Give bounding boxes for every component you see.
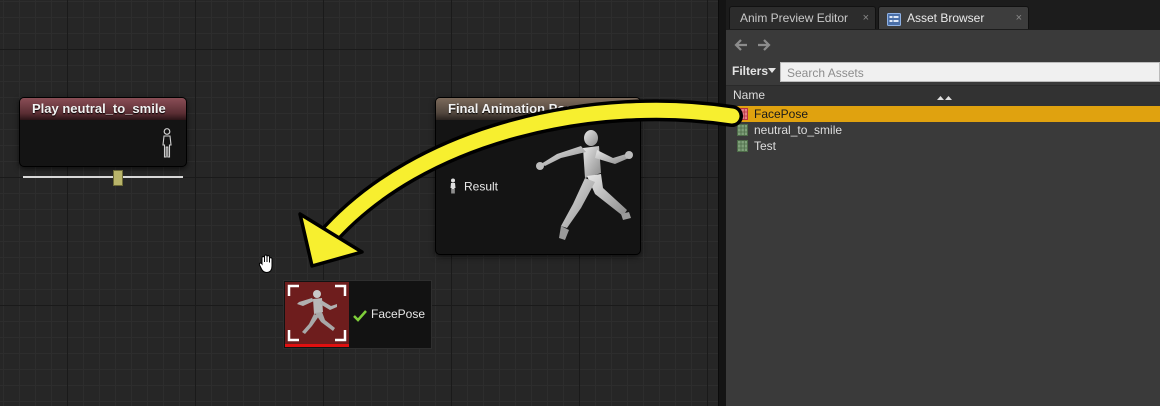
asset-type-color-bar xyxy=(285,344,349,347)
asset-name: FacePose xyxy=(754,107,809,121)
play-animation-node[interactable]: Play neutral_to_smile xyxy=(19,97,187,167)
final-node-title: Final Animation Pose xyxy=(436,98,640,120)
column-name[interactable]: Name xyxy=(733,88,765,102)
tab-anim-preview-editor[interactable]: Anim Preview Editor × xyxy=(729,6,876,29)
tab-bar: Anim Preview Editor × Asset Browser × xyxy=(726,0,1160,30)
close-icon[interactable]: × xyxy=(1016,7,1022,29)
result-pin-row[interactable]: Result xyxy=(448,178,498,197)
person-pose-icon xyxy=(160,128,174,162)
facepose-drag-preview[interactable]: FacePose xyxy=(283,280,432,349)
checkmark-icon xyxy=(352,308,368,327)
list-item[interactable]: FacePose xyxy=(726,106,1160,122)
asset-list: FacePose neutral_to_smile Test xyxy=(726,106,1160,154)
forward-arrow-icon[interactable] xyxy=(757,37,771,56)
close-icon[interactable]: × xyxy=(863,7,869,29)
filters-dropdown[interactable]: Filters xyxy=(732,64,768,78)
chevron-down-icon[interactable] xyxy=(768,68,776,73)
tab-label: Anim Preview Editor xyxy=(740,11,849,25)
list-item[interactable]: neutral_to_smile xyxy=(726,122,1160,138)
tab-label: Asset Browser xyxy=(907,11,985,25)
play-node-title: Play neutral_to_smile xyxy=(20,98,186,120)
sort-ascending-icon[interactable] xyxy=(936,86,954,105)
list-item[interactable]: Test xyxy=(726,138,1160,154)
asset-name: Test xyxy=(754,139,777,153)
tab-asset-browser[interactable]: Asset Browser × xyxy=(878,6,1029,29)
back-arrow-icon[interactable] xyxy=(734,37,748,56)
history-nav xyxy=(726,30,1160,60)
drag-preview-label: FacePose xyxy=(371,307,426,321)
final-animation-pose-node[interactable]: Final Animation Pose Result xyxy=(435,97,641,255)
play-rate-slider-track[interactable] xyxy=(23,176,183,178)
asset-name: neutral_to_smile xyxy=(754,123,843,137)
running-mannequin-icon xyxy=(531,128,636,252)
animation-sequence-icon xyxy=(737,140,748,156)
anim-graph-canvas[interactable]: Play neutral_to_smile Final Animation Po… xyxy=(0,0,718,406)
column-header: Name xyxy=(726,85,1160,107)
play-rate-slider-handle[interactable] xyxy=(113,170,123,186)
result-pin-label: Result xyxy=(464,179,499,194)
asset-browser-panel: Anim Preview Editor × Asset Browser × Fi… xyxy=(726,0,1160,406)
filter-bar: Filters Search Assets xyxy=(726,62,1160,83)
pose-asset-thumbnail xyxy=(285,282,349,344)
grab-hand-icon xyxy=(258,254,276,278)
pose-pin-icon[interactable] xyxy=(448,178,458,197)
search-input[interactable]: Search Assets xyxy=(780,62,1160,82)
